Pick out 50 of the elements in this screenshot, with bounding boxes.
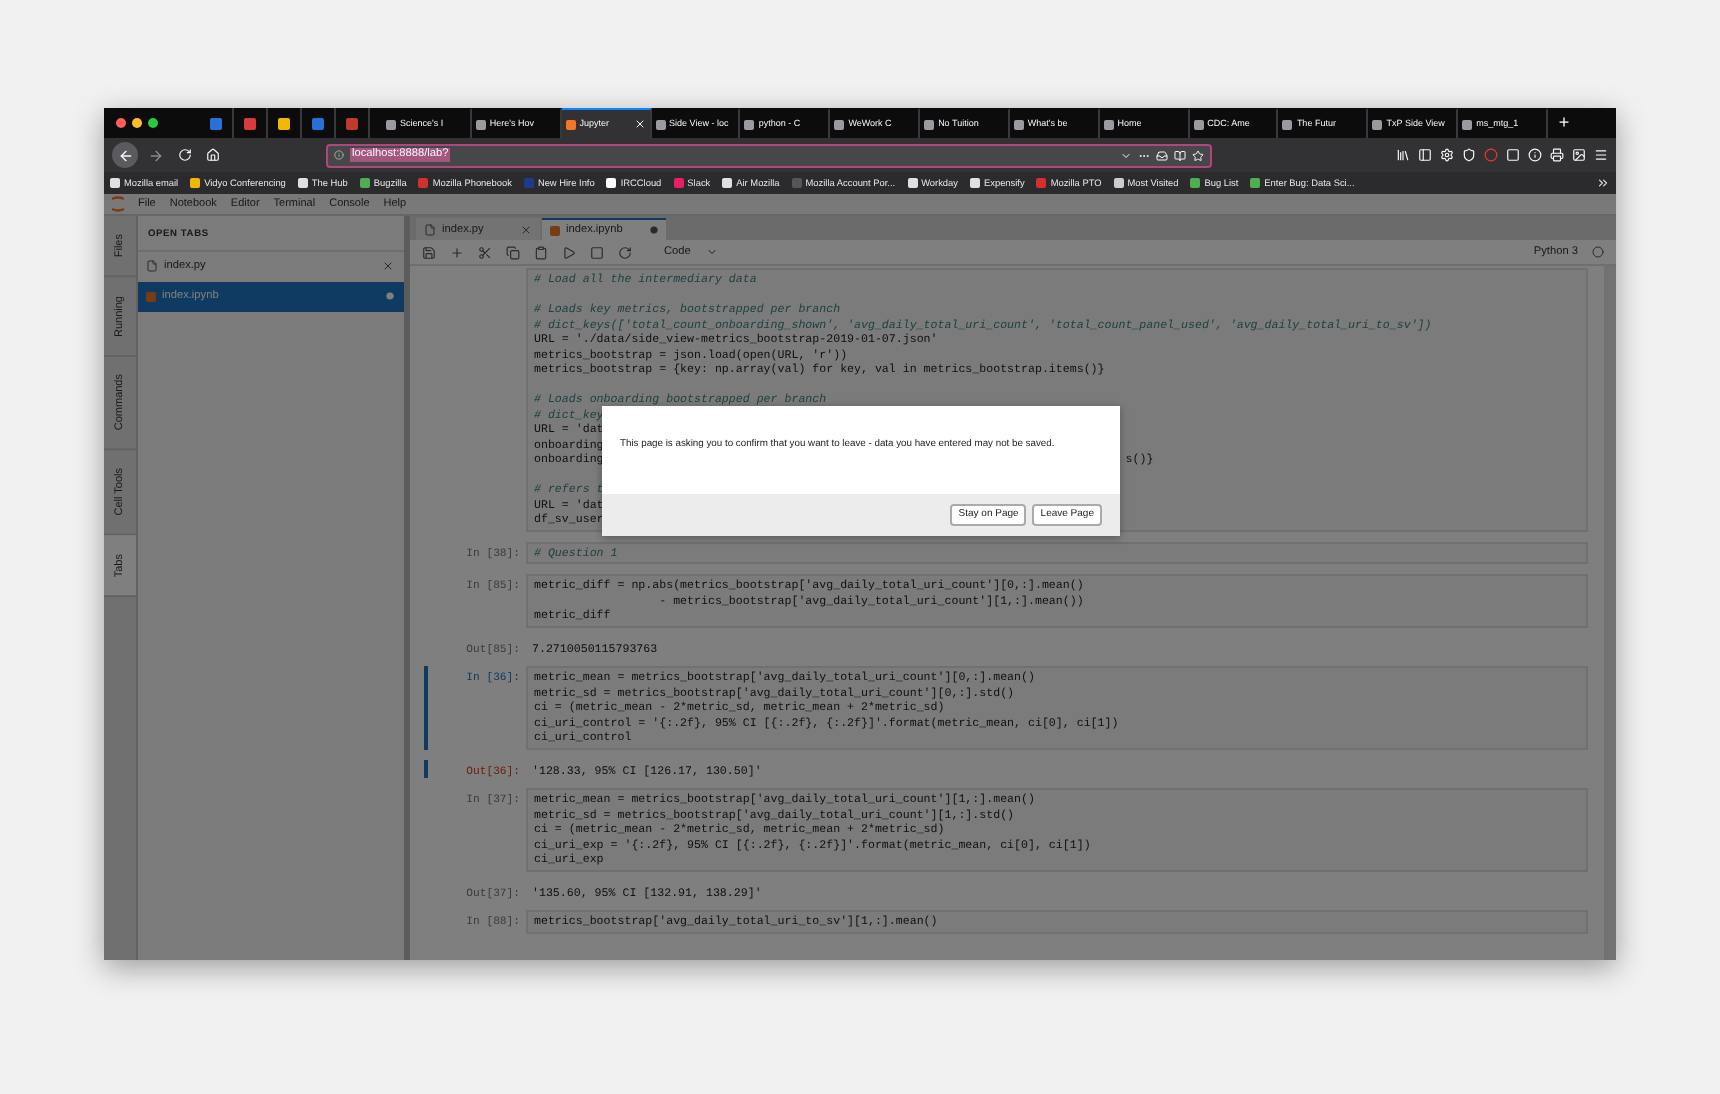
cut-icon[interactable] <box>478 245 492 259</box>
inbox-icon[interactable] <box>1156 149 1168 161</box>
reload-icon[interactable] <box>177 148 191 162</box>
site-icon <box>834 119 845 129</box>
gear-icon[interactable] <box>1440 148 1454 162</box>
copy-icon[interactable] <box>506 245 520 259</box>
stop-icon[interactable] <box>590 245 604 259</box>
menu-icon[interactable] <box>1594 148 1608 162</box>
site-icon <box>475 119 486 129</box>
site-icon <box>1013 119 1024 129</box>
site-icon <box>565 119 576 129</box>
site-icon <box>1282 119 1293 129</box>
printer-icon[interactable] <box>1550 148 1564 162</box>
chevrons-icon[interactable] <box>1596 176 1610 190</box>
book-icon[interactable] <box>1174 149 1186 161</box>
back-button[interactable] <box>112 142 138 168</box>
notebook-icon <box>146 291 156 302</box>
forward-icon[interactable] <box>148 147 164 163</box>
site-icon <box>386 119 396 129</box>
new-tab-button[interactable]: + <box>1547 108 1580 138</box>
file-icon <box>146 260 158 273</box>
shield-icon[interactable] <box>1462 148 1476 162</box>
logo-icon <box>112 196 124 212</box>
info-icon <box>334 150 344 160</box>
chevron-down-icon[interactable] <box>1120 149 1132 161</box>
back-arrow-icon <box>117 147 133 163</box>
sidebar-icon[interactable] <box>1418 148 1432 162</box>
restart-icon[interactable] <box>618 245 632 259</box>
save-icon[interactable] <box>422 245 436 259</box>
home-icon[interactable] <box>205 148 219 162</box>
star-icon[interactable] <box>1192 149 1204 161</box>
site-icon <box>1193 119 1204 129</box>
run-icon[interactable] <box>562 245 576 259</box>
site-icon <box>744 119 755 129</box>
caret-icon <box>706 245 719 258</box>
notebook-icon <box>550 225 560 235</box>
unsaved-dot-icon[interactable] <box>650 226 658 234</box>
file-icon <box>424 224 436 236</box>
info-icon[interactable] <box>1528 148 1542 162</box>
square-icon[interactable] <box>1506 148 1520 162</box>
circle-icon[interactable] <box>1484 148 1498 162</box>
library-icon[interactable] <box>1396 148 1410 162</box>
site-icon <box>1372 119 1383 129</box>
site-icon <box>655 119 666 129</box>
image-icon[interactable] <box>1572 148 1586 162</box>
kernel-status-icon <box>1592 246 1604 258</box>
paste-icon[interactable] <box>534 245 548 259</box>
site-icon <box>1462 119 1473 129</box>
site-icon <box>1103 119 1114 129</box>
site-icon <box>924 119 935 129</box>
